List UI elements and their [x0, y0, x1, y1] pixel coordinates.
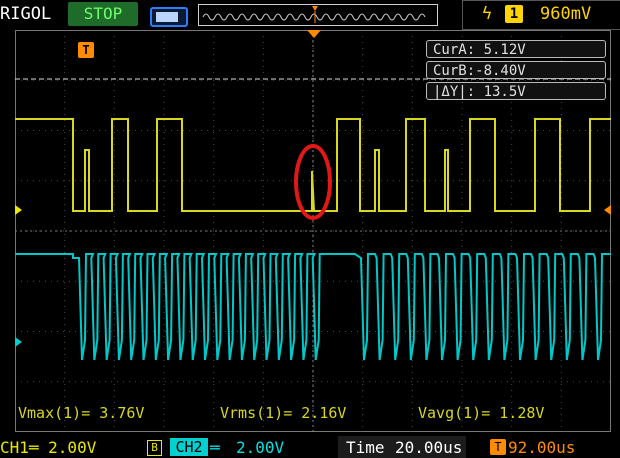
bottom-status-bar: CH1═ 2.00V B CH2 ═ 2.00V Time 20.00us T …	[0, 436, 620, 458]
trigger-offset-value[interactable]: 92.00us	[508, 438, 575, 457]
ch1-level-marker[interactable]	[15, 205, 22, 215]
vmax-measurement: Vmax(1)= 3.76V	[18, 404, 145, 422]
ch2-level-marker[interactable]	[15, 337, 22, 347]
vavg-measurement: Vavg(1)= 1.28V	[418, 404, 545, 422]
timebase-value[interactable]: 20.00us	[395, 438, 462, 457]
trigger-source-badge[interactable]: 1	[505, 5, 523, 23]
ch2-scale[interactable]: 2.00V	[236, 438, 284, 457]
trigger-level-marker[interactable]	[604, 205, 611, 215]
cursor-delta-value: |ΔY|: 13.5V	[426, 82, 606, 100]
time-label: Time	[346, 438, 385, 457]
vrms-measurement: Vrms(1)= 2.16V	[220, 404, 347, 422]
trigger-level[interactable]: 960mV	[540, 4, 591, 24]
trigger-position-marker[interactable]	[307, 30, 321, 38]
cursor-readout: CurA: 5.12V CurB:-8.40V |ΔY|: 13.5V	[426, 40, 606, 102]
bandwidth-limit-icon: B	[147, 440, 162, 456]
brand-logo: RIGOL	[0, 4, 52, 24]
ch2-badge[interactable]: CH2	[170, 438, 208, 456]
memory-depth-icon	[150, 7, 188, 27]
waveform-position-bar[interactable]	[198, 4, 438, 26]
waveform-overview-icon	[202, 6, 426, 23]
ch1-scale[interactable]: CH1═ 2.00V	[0, 438, 96, 457]
ch2-coupling-icon: ═	[210, 438, 220, 457]
top-status-bar: RIGOL STOP ϟ 1 960mV	[0, 0, 620, 30]
rising-edge-icon: ϟ	[475, 2, 499, 26]
cursor-a-value: CurA: 5.12V	[426, 40, 606, 58]
trigger-offset-icon: T	[490, 439, 506, 455]
measurement-bar: Vmax(1)= 3.76V Vrms(1)= 2.16V Vavg(1)= 1…	[18, 404, 608, 426]
run-stop-status[interactable]: STOP	[68, 2, 138, 26]
trigger-time-marker: T	[78, 42, 94, 58]
cursor-b-value: CurB:-8.40V	[426, 61, 606, 79]
